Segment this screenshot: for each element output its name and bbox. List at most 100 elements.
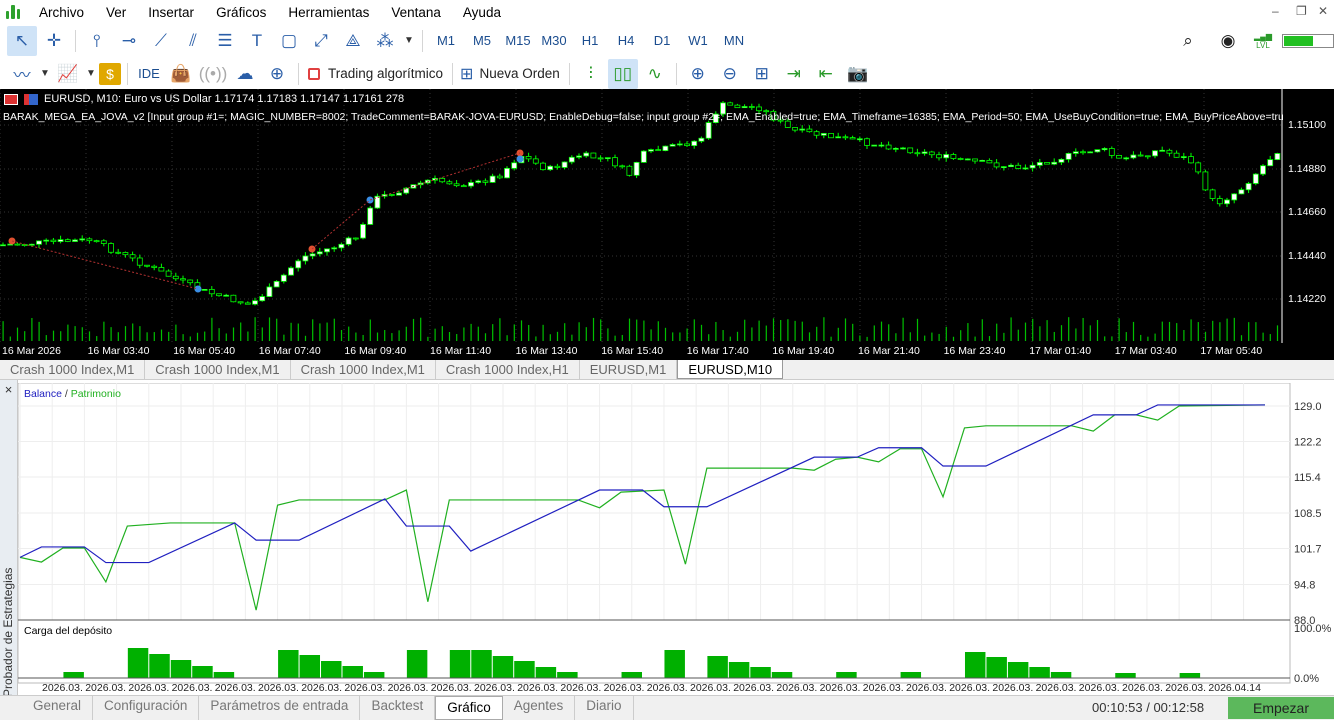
tester-tab[interactable]: Configuración bbox=[93, 696, 200, 720]
volume-bar bbox=[664, 327, 667, 341]
tester-tab[interactable]: Diario bbox=[575, 696, 634, 720]
chart-tab[interactable]: Crash 1000 Index,H1 bbox=[436, 360, 580, 379]
chevron-down-icon[interactable]: ▼ bbox=[85, 59, 97, 89]
zoom-out-icon[interactable]: ⊖ bbox=[715, 59, 745, 89]
text-icon[interactable]: T bbox=[242, 26, 272, 56]
shapes-icon[interactable]: ⟁ bbox=[338, 26, 368, 56]
auto-scroll-icon[interactable]: ⇥ bbox=[779, 59, 809, 89]
volume-bar bbox=[240, 322, 242, 341]
chart-tab[interactable]: Crash 1000 Index,M1 bbox=[291, 360, 436, 379]
candle bbox=[957, 158, 964, 160]
volume-bar bbox=[182, 334, 184, 341]
trade-panel-icon[interactable] bbox=[4, 93, 18, 105]
indicators-icon[interactable]: 📈 bbox=[53, 59, 83, 89]
timeframe-m5[interactable]: M5 bbox=[465, 26, 499, 56]
close-icon[interactable]: ✕ bbox=[1318, 4, 1328, 18]
menu-graficos[interactable]: Gráficos bbox=[205, 5, 277, 20]
restore-icon[interactable]: ❐ bbox=[1296, 4, 1307, 18]
volume-bar bbox=[564, 323, 566, 341]
arrows-icon[interactable]: ⤢ bbox=[306, 26, 336, 56]
bar-chart-icon[interactable]: ⫶ bbox=[576, 59, 606, 89]
candle bbox=[1238, 189, 1245, 195]
timeframe-m15[interactable]: M15 bbox=[501, 26, 535, 56]
tester-tab[interactable]: Parámetros de entrada bbox=[199, 696, 361, 720]
x-tick-label: 2026.03. bbox=[172, 682, 213, 694]
vertical-line-icon[interactable]: ⫯ bbox=[82, 26, 112, 56]
candles-icon[interactable]: ▯▯ bbox=[607, 58, 638, 89]
chart-shift-icon[interactable]: ⇤ bbox=[811, 59, 841, 89]
tester-tab[interactable]: Backtest bbox=[360, 696, 436, 720]
menu-ventana[interactable]: Ventana bbox=[380, 5, 452, 20]
fibonacci-icon[interactable]: ☰ bbox=[210, 26, 240, 56]
channel-icon[interactable]: ⫽ bbox=[178, 26, 208, 56]
timeframe-h1[interactable]: H1 bbox=[573, 26, 607, 56]
timeframe-d1[interactable]: D1 bbox=[645, 26, 679, 56]
rectangle-icon[interactable]: ▢ bbox=[274, 26, 304, 56]
cloud-icon[interactable]: ☁ bbox=[230, 59, 260, 89]
objects-icon[interactable]: ⁂ bbox=[370, 26, 400, 56]
price-chart[interactable]: EURUSD, M10: Euro vs US Dollar 1.17174 1… bbox=[0, 89, 1334, 343]
chart-tab[interactable]: EURUSD,M10 bbox=[677, 360, 784, 379]
candle bbox=[878, 144, 885, 147]
candle bbox=[1022, 167, 1029, 170]
candle bbox=[489, 175, 496, 183]
close-tester-icon[interactable]: × bbox=[0, 382, 17, 397]
candle bbox=[295, 260, 302, 269]
tester-tab[interactable]: General bbox=[22, 696, 94, 720]
screenshot-icon[interactable]: 📷 bbox=[843, 59, 873, 89]
candle bbox=[144, 264, 150, 267]
volume-bar bbox=[232, 327, 235, 341]
timeframe-h4[interactable]: H4 bbox=[609, 26, 643, 56]
candle bbox=[367, 207, 374, 225]
market-bag-icon[interactable]: 👜 bbox=[166, 59, 196, 89]
ea-icon[interactable] bbox=[24, 93, 38, 105]
volume-bar bbox=[412, 318, 415, 341]
algo-trading-button[interactable]: Trading algorítmico bbox=[304, 66, 447, 81]
menu-archivo[interactable]: Archivo bbox=[28, 5, 95, 20]
start-button[interactable]: Empezar bbox=[1228, 697, 1334, 719]
line-chart-icon[interactable]: 〰 bbox=[7, 59, 37, 89]
chart-tab[interactable]: Crash 1000 Index,M1 bbox=[145, 360, 291, 379]
ide-button[interactable]: IDE bbox=[134, 59, 164, 89]
cursor-icon[interactable]: ↖ bbox=[7, 25, 37, 56]
timeframe-m1[interactable]: M1 bbox=[429, 26, 463, 56]
crosshair-icon[interactable]: ✛ bbox=[39, 26, 69, 56]
grid-icon[interactable]: ⊞ bbox=[747, 59, 777, 89]
timeframe-m30[interactable]: M30 bbox=[537, 26, 571, 56]
line-icon[interactable]: ∿ bbox=[640, 59, 670, 89]
load-title: Carga del depósito bbox=[24, 625, 112, 637]
timeframe-mn[interactable]: MN bbox=[717, 26, 751, 56]
volume-bar bbox=[520, 320, 523, 341]
candle bbox=[590, 152, 597, 159]
menu-insertar[interactable]: Insertar bbox=[137, 5, 205, 20]
candle bbox=[309, 253, 316, 257]
vps-icon[interactable]: ⊕ bbox=[262, 59, 292, 89]
dollar-icon[interactable]: $ bbox=[99, 62, 121, 85]
tester-tab[interactable]: Gráfico bbox=[435, 696, 503, 720]
y-tick-label: 108.5 bbox=[1294, 508, 1322, 520]
load-bar bbox=[192, 666, 213, 678]
menu-ayuda[interactable]: Ayuda bbox=[452, 5, 512, 20]
tester-tab[interactable]: Agentes bbox=[503, 696, 576, 720]
volume-bar bbox=[931, 332, 933, 341]
account-icon[interactable]: ◉ bbox=[1213, 26, 1243, 56]
horizontal-line-icon[interactable]: ⊸ bbox=[114, 26, 144, 56]
timeframe-w1[interactable]: W1 bbox=[681, 26, 715, 56]
chart-tab[interactable]: Crash 1000 Index,M1 bbox=[0, 360, 146, 379]
time-axis[interactable]: 16 Mar 2026 16 Mar 03:40 16 Mar 05:40 16 Ma… bbox=[0, 343, 1334, 360]
chevron-down-icon[interactable]: ▼ bbox=[39, 59, 51, 89]
signals-radio-icon[interactable]: ((•)) bbox=[198, 59, 228, 89]
menu-herramientas[interactable]: Herramientas bbox=[277, 5, 380, 20]
volume-bar bbox=[1068, 317, 1070, 341]
menu-ver[interactable]: Ver bbox=[95, 5, 137, 20]
search-icon[interactable]: ⌕ bbox=[1173, 26, 1203, 56]
zoom-in-icon[interactable]: ⊕ bbox=[683, 59, 713, 89]
volume-bar bbox=[916, 318, 919, 341]
chevron-down-icon[interactable]: ▼ bbox=[402, 26, 416, 56]
tester-graph[interactable]: 129.0122.2115.4108.5101.794.888.0Balance… bbox=[18, 383, 1334, 695]
volume-bar bbox=[837, 327, 839, 341]
chart-tab[interactable]: EURUSD,M1 bbox=[580, 360, 678, 379]
minimize-icon[interactable]: – bbox=[1272, 4, 1279, 18]
new-order-button[interactable]: ⊞ Nueva Orden bbox=[458, 64, 564, 84]
trendline-icon[interactable]: ⟋ bbox=[146, 26, 176, 56]
